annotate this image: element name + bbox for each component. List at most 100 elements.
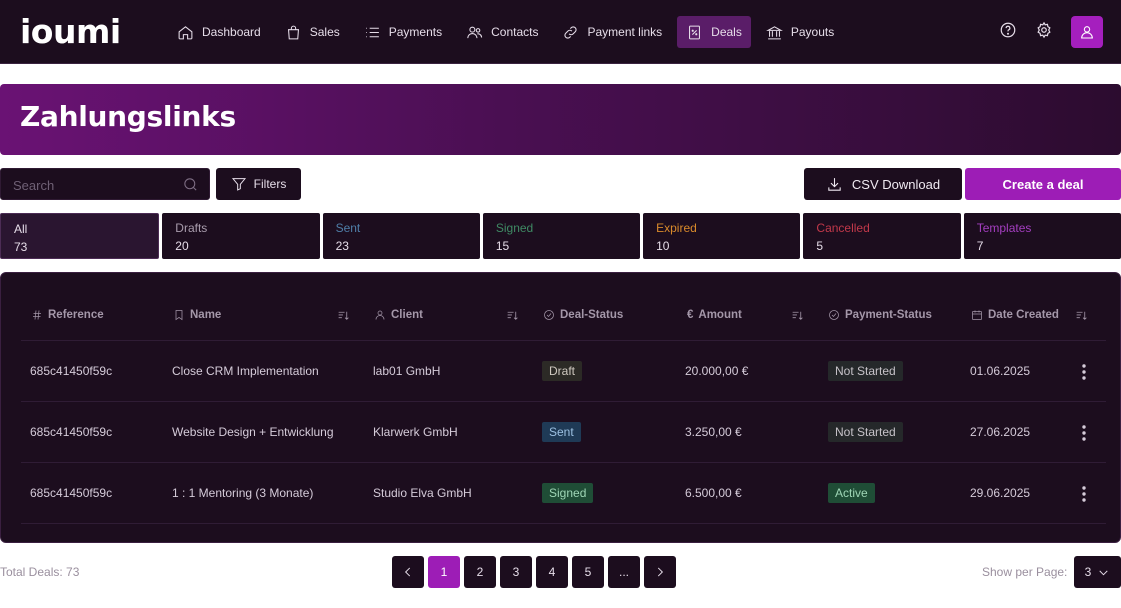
nav-item-payment-links[interactable]: Payment links bbox=[553, 16, 671, 48]
nav-item-sales[interactable]: Sales bbox=[276, 16, 349, 48]
app-logo[interactable]: ioumi bbox=[20, 12, 121, 51]
payment-status-badge: Not Started bbox=[828, 422, 903, 442]
cell-name[interactable]: Close CRM Implementation bbox=[172, 364, 319, 378]
page-ellipsis-button[interactable]: ... bbox=[608, 556, 640, 588]
check-circle-icon bbox=[544, 310, 554, 320]
top-navigation-bar: ioumi Dashboard Sales Payments Contacts … bbox=[0, 0, 1121, 64]
filter-icon bbox=[231, 178, 246, 191]
status-tab-count: 10 bbox=[656, 239, 670, 253]
deal-status-badge: Signed bbox=[542, 483, 594, 503]
page-title: Zahlungslinks bbox=[20, 100, 236, 133]
chevron-left-icon bbox=[404, 567, 411, 577]
status-tab-count: 15 bbox=[495, 239, 510, 253]
more-options-icon[interactable] bbox=[1078, 485, 1090, 508]
cell-amount: 3.250,00 € bbox=[685, 425, 742, 439]
status-tab-expired[interactable]: Expired 10 bbox=[643, 213, 801, 259]
status-tab-count: 73 bbox=[14, 240, 28, 254]
nav-item-payouts[interactable]: Payouts bbox=[757, 16, 843, 48]
prev-page-button[interactable] bbox=[392, 556, 424, 588]
next-page-button[interactable] bbox=[644, 556, 676, 588]
nav-item-payments[interactable]: Payments bbox=[355, 16, 451, 48]
table-row[interactable]: 685c41450f59c Website Design + Entwicklu… bbox=[21, 402, 1106, 463]
gear-icon[interactable] bbox=[1035, 21, 1053, 44]
check-circle-icon bbox=[829, 310, 839, 320]
help-icon[interactable] bbox=[999, 21, 1017, 44]
status-tab-count: 20 bbox=[175, 239, 189, 253]
status-tab-count: 23 bbox=[335, 239, 349, 253]
payment-status-badge: Not Started bbox=[828, 361, 903, 381]
status-tab-label: Signed bbox=[495, 221, 534, 235]
table-row[interactable]: 685c41450f59c 1 : 1 Mentoring (3 Monate)… bbox=[21, 463, 1106, 524]
status-tab-label: Expired bbox=[656, 221, 697, 235]
sort-icon[interactable] bbox=[506, 309, 519, 327]
deal-status-badge: Sent bbox=[542, 422, 581, 442]
sort-icon[interactable] bbox=[791, 309, 804, 327]
status-tab-cancelled[interactable]: Cancelled 5 bbox=[803, 213, 961, 259]
page-button[interactable]: 4 bbox=[536, 556, 568, 588]
hash-icon bbox=[33, 310, 41, 320]
status-tab-label: Cancelled bbox=[816, 221, 870, 235]
column-header-reference[interactable]: Reference bbox=[31, 309, 104, 321]
cell-client: lab01 GmbH bbox=[373, 364, 441, 378]
sort-icon[interactable] bbox=[337, 309, 350, 327]
main-nav: Dashboard Sales Payments Contacts Paymen… bbox=[168, 16, 843, 48]
nav-item-deals[interactable]: Deals bbox=[677, 16, 751, 48]
per-page-value: 3 bbox=[1084, 565, 1092, 579]
status-tab-label: Sent bbox=[335, 221, 361, 235]
status-tab-count: 5 bbox=[816, 239, 824, 253]
column-header-deal-status[interactable]: Deal-Status bbox=[543, 309, 623, 321]
cell-reference: 685c41450f59c bbox=[30, 425, 113, 439]
column-header-name[interactable]: Name bbox=[173, 309, 221, 321]
column-header-client[interactable]: Client bbox=[374, 309, 423, 321]
euro-icon: € bbox=[687, 309, 694, 321]
column-header-label: Payment-Status bbox=[845, 309, 932, 321]
top-right-actions bbox=[999, 16, 1103, 48]
cell-name[interactable]: 1 : 1 Mentoring (3 Monate) bbox=[172, 486, 313, 500]
nav-label: Payment links bbox=[587, 25, 663, 39]
user-icon bbox=[1081, 26, 1093, 39]
chevron-down-icon bbox=[1099, 570, 1108, 575]
nav-item-contacts[interactable]: Contacts bbox=[457, 16, 547, 48]
status-tab-sent[interactable]: Sent 23 bbox=[322, 213, 480, 259]
column-header-label: Client bbox=[391, 309, 423, 321]
cell-name[interactable]: Website Design + Entwicklung bbox=[172, 425, 334, 439]
status-tab-templates[interactable]: Templates 7 bbox=[963, 213, 1121, 259]
user-profile-button[interactable] bbox=[1071, 16, 1103, 48]
page-button[interactable]: 2 bbox=[464, 556, 496, 588]
column-header-payment-status[interactable]: Payment-Status bbox=[828, 309, 932, 321]
nav-label: Dashboard bbox=[202, 25, 261, 39]
more-options-icon[interactable] bbox=[1078, 424, 1090, 447]
table-header-row: Reference Name Client Deal-Status € Amou… bbox=[21, 301, 1106, 341]
deal-icon bbox=[689, 25, 701, 39]
column-header-label: Amount bbox=[698, 309, 742, 321]
cell-date-created: 01.06.2025 bbox=[970, 364, 1031, 378]
deal-status-badge: Draft bbox=[542, 361, 583, 381]
nav-item-dashboard[interactable]: Dashboard bbox=[168, 16, 270, 48]
cell-date-created: 29.06.2025 bbox=[970, 486, 1031, 500]
csv-download-button[interactable]: CSV Download bbox=[804, 168, 962, 200]
search-icon[interactable] bbox=[182, 176, 199, 198]
status-tab-drafts[interactable]: Drafts 20 bbox=[162, 213, 320, 259]
status-tab-all[interactable]: All 73 bbox=[0, 213, 160, 259]
page-button[interactable]: 5 bbox=[572, 556, 604, 588]
list-icon bbox=[365, 27, 379, 37]
cell-client: Klarwerk GmbH bbox=[373, 425, 458, 439]
per-page-label: Show per Page: bbox=[982, 565, 1068, 579]
table-row[interactable]: 685c41450f59c Close CRM Implementation l… bbox=[21, 341, 1106, 402]
column-header-date-created[interactable]: Date Created bbox=[971, 309, 1059, 321]
filters-button[interactable]: Filters bbox=[216, 168, 301, 200]
per-page-select[interactable]: 3 bbox=[1074, 556, 1121, 588]
calendar-icon bbox=[972, 310, 982, 320]
home-icon bbox=[178, 25, 193, 39]
sort-icon[interactable] bbox=[1075, 309, 1088, 327]
column-header-amount[interactable]: € Amount bbox=[687, 309, 742, 321]
page-button[interactable]: 1 bbox=[428, 556, 460, 588]
more-options-icon[interactable] bbox=[1078, 363, 1090, 386]
search-input[interactable] bbox=[13, 175, 173, 195]
status-tab-signed[interactable]: Signed 15 bbox=[482, 213, 641, 259]
create-deal-button[interactable]: Create a deal bbox=[965, 168, 1121, 200]
column-header-label: Deal-Status bbox=[560, 309, 624, 321]
page-button[interactable]: 3 bbox=[500, 556, 532, 588]
status-tab-label: Templates bbox=[976, 221, 1032, 235]
nav-label: Deals bbox=[711, 25, 742, 39]
